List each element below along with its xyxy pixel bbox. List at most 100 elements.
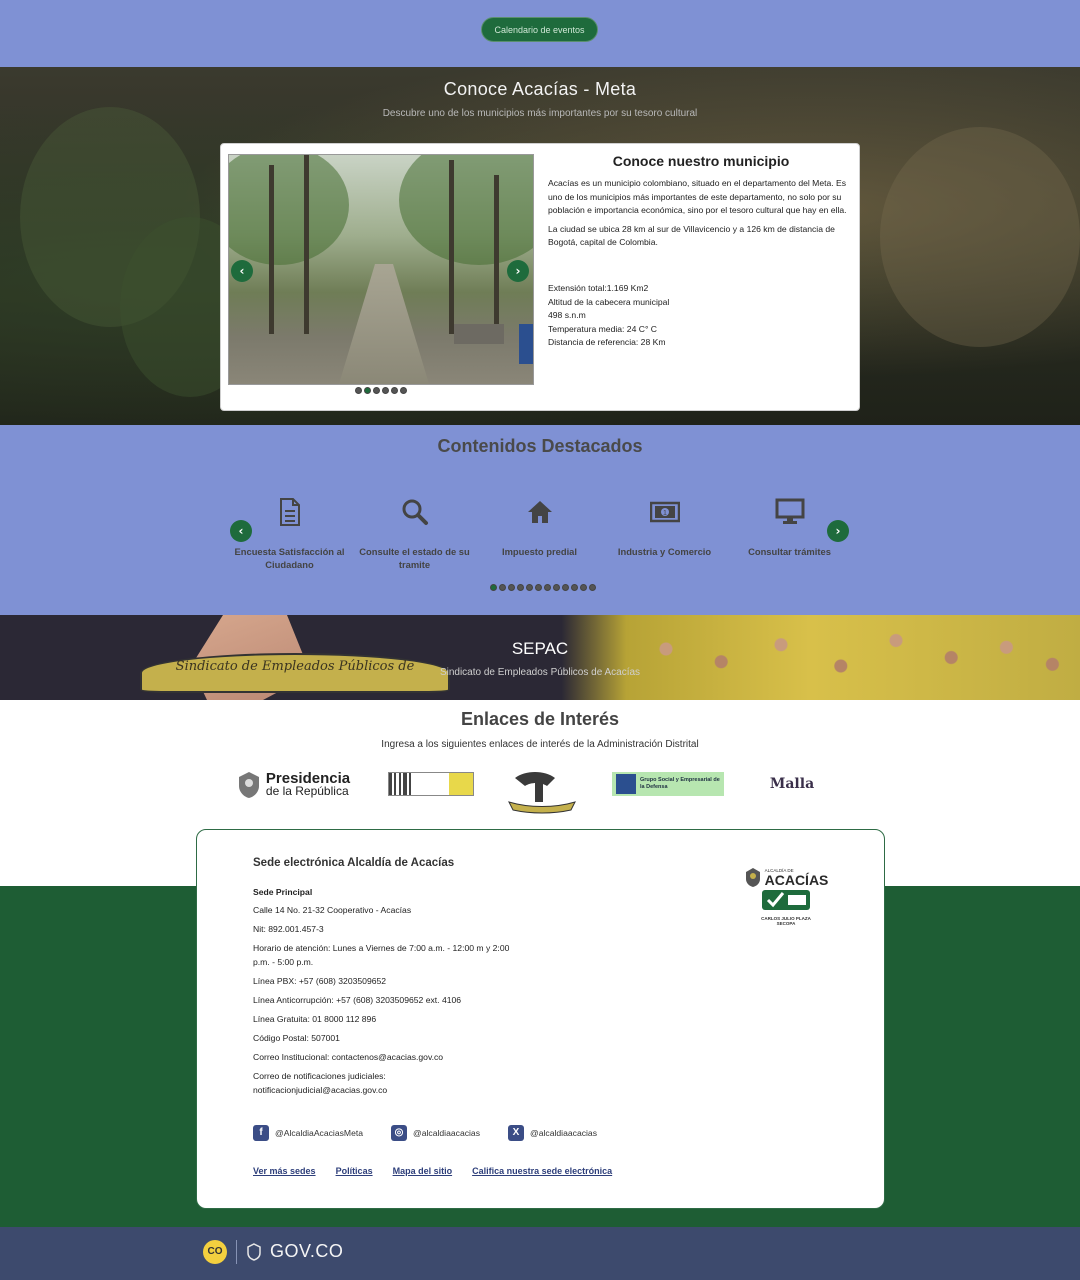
carousel-dot[interactable] [553, 584, 560, 591]
malla-logo-text: Malla [769, 776, 815, 792]
link-mapa-sitio[interactable]: Mapa del sitio [393, 1166, 453, 1176]
photo-carousel-dots [355, 387, 407, 394]
social-facebook-link[interactable]: f @AlcaldiaAcaciasMeta [253, 1125, 363, 1141]
carousel-dot[interactable] [535, 584, 542, 591]
alcaldia-acacias-logo: ALCALDÍA DE ACACÍAS CARLOS JULIO PLAZA S… [740, 867, 832, 937]
checkmark-badge-icon [762, 890, 810, 910]
presidencia-logo-link[interactable]: Presidencia de la República [234, 768, 352, 802]
sede-title: Sede electrónica Alcaldía de Acacías [253, 857, 455, 869]
carousel-dot[interactable] [400, 387, 407, 394]
grupo-social-text: Grupo Social y Empresarial de la Defensa [640, 777, 720, 790]
search-icon [352, 496, 477, 528]
sepac-title: SEPAC [511, 639, 569, 658]
link-califica-sede[interactable]: Califica nuestra sede electrónica [472, 1166, 612, 1176]
municipio-facts: Extensión total:1.169 Km2 Altitud de la … [548, 282, 848, 350]
social-handle: @alcaldiaacacias [413, 1128, 481, 1138]
carousel-dot[interactable] [508, 584, 515, 591]
carousel-dot[interactable] [373, 387, 380, 394]
x-icon: X [508, 1125, 524, 1141]
carousel-dot[interactable] [355, 387, 362, 394]
facebook-icon: f [253, 1125, 269, 1141]
gov-co-link[interactable]: GOV.CO [270, 1241, 343, 1262]
partner-logo-link[interactable] [388, 772, 474, 796]
document-icon [227, 496, 352, 528]
card-paragraph: La ciudad se ubica 28 km al sur de Villa… [548, 223, 835, 248]
featured-label: Impuesto predial [501, 546, 577, 557]
carousel-dot[interactable] [571, 584, 578, 591]
card-paragraph: Acacías es un municipio colombiano, situ… [548, 178, 847, 215]
calendar-events-button[interactable]: Calendario de eventos [481, 17, 598, 42]
sepac-banner[interactable]: Sindicato de Empleados Públicos de SEPAC… [0, 615, 1080, 700]
featured-item-encuesta[interactable]: Encuesta Satisfacción al Ciudadano [227, 496, 352, 571]
social-x-link[interactable]: X @alcaldiaacacias [508, 1125, 597, 1141]
carousel-dot[interactable] [364, 387, 371, 394]
presidencia-line2: de la República [265, 784, 349, 798]
carousel-dot[interactable] [580, 584, 587, 591]
carousel-dot[interactable] [490, 584, 497, 591]
gov-separator [236, 1240, 237, 1264]
grupo-social-emblem-icon [616, 774, 636, 794]
hero-subtitle: Descubre uno de los municipios más impor… [382, 108, 698, 119]
grupo-social-logo-link[interactable]: Grupo Social y Empresarial de la Defensa [612, 772, 724, 796]
gov-co-bar: CO GOV.CO [0, 1227, 1080, 1280]
card-title: Conoce nuestro municipio [612, 153, 790, 169]
carousel-dot[interactable] [517, 584, 524, 591]
sede-judicial-email: Correo de notificaciones judiciales: not… [253, 1071, 388, 1095]
hero-title: Conoce Acacías - Meta [443, 79, 637, 99]
sede-address: Calle 14 No. 21-32 Cooperativo - Acacías [253, 905, 412, 915]
sede-postal-code: Código Postal: 507001 [253, 1033, 340, 1043]
money-icon: 1 [602, 496, 727, 528]
sepac-subtitle: Sindicato de Empleados Públicos de Acací… [439, 667, 641, 678]
home-icon [477, 496, 602, 528]
monitor-icon [727, 496, 852, 528]
carousel-dot[interactable] [544, 584, 551, 591]
featured-label: Encuesta Satisfacción al Ciudadano [234, 546, 345, 570]
sede-pbx: Línea PBX: +57 (608) 3203509652 [253, 976, 387, 986]
links-title: Enlaces de Interés [460, 709, 620, 729]
featured-item-predial[interactable]: Impuesto predial [477, 496, 602, 558]
featured-pager-dots [490, 584, 596, 591]
featured-item-industria[interactable]: 1 Industria y Comercio [602, 496, 727, 558]
card-description: Acacías es un municipio colombiano, situ… [548, 177, 848, 255]
carousel-dot[interactable] [562, 584, 569, 591]
partner-logo-image [388, 772, 474, 796]
link-ver-mas-sedes[interactable]: Ver más sedes [253, 1166, 316, 1176]
photo-next-button[interactable]: › [507, 260, 529, 282]
hero-section: Conoce Acacías - Meta Descubre uno de lo… [0, 67, 1080, 425]
links-subtitle: Ingresa a los siguientes enlaces de inte… [381, 739, 699, 750]
featured-title: Contenidos Destacados [437, 436, 643, 456]
carousel-dot[interactable] [589, 584, 596, 591]
sede-hours: Horario de atención: Lunes a Viernes de … [253, 943, 510, 967]
social-handle: @alcaldiaacacias [530, 1128, 598, 1138]
social-instagram-link[interactable]: ◎ @alcaldiaacacias [391, 1125, 480, 1141]
sede-toll-free: Línea Gratuita: 01 8000 112 896 [253, 1014, 377, 1024]
co-badge-icon[interactable]: CO [203, 1240, 227, 1264]
svg-text:1: 1 [663, 510, 667, 517]
social-handle: @AlcaldiaAcaciasMeta [275, 1128, 364, 1138]
photo-prev-button[interactable]: ‹ [231, 260, 253, 282]
sepac-logo-link[interactable] [505, 768, 579, 814]
acacias-logo-badge: CARLOS JULIO PLAZA SECOPA [761, 916, 811, 926]
featured-item-tramites[interactable]: Consultar trámites [727, 496, 852, 558]
carousel-dot[interactable] [382, 387, 389, 394]
presidencia-shield-icon [238, 772, 259, 798]
carousel-dot[interactable] [526, 584, 533, 591]
fact-line: Altitud de la cabecera municipal [548, 296, 670, 307]
link-politicas[interactable]: Políticas [336, 1166, 373, 1176]
featured-section: Contenidos Destacados ‹ › Encuesta Satis… [0, 425, 1080, 615]
fact-line: Extensión total:1.169 Km2 [548, 283, 649, 293]
municipio-card: ‹ › Conoce nuestro municipio Acacías es … [220, 143, 860, 411]
featured-label: Consulte el estado de su tramite [359, 546, 470, 570]
carousel-dot[interactable] [391, 387, 398, 394]
carousel-dot[interactable] [499, 584, 506, 591]
fact-line: Temperatura media: 24 C° C [548, 323, 657, 334]
sede-nit: Nit: 892.001.457-3 [253, 924, 324, 934]
instagram-icon: ◎ [391, 1125, 407, 1141]
sede-email: Correo Institucional: contactenos@acacia… [253, 1052, 444, 1062]
malla-logo-link[interactable]: Malla [768, 772, 816, 796]
fact-line: Distancia de referencia: 28 Km [548, 337, 666, 348]
featured-label: Consultar trámites [748, 546, 831, 557]
featured-item-consulte[interactable]: Consulte el estado de su tramite [352, 496, 477, 571]
top-band: Calendario de eventos [0, 0, 1080, 67]
fact-line: 498 s.n.m [548, 310, 586, 321]
